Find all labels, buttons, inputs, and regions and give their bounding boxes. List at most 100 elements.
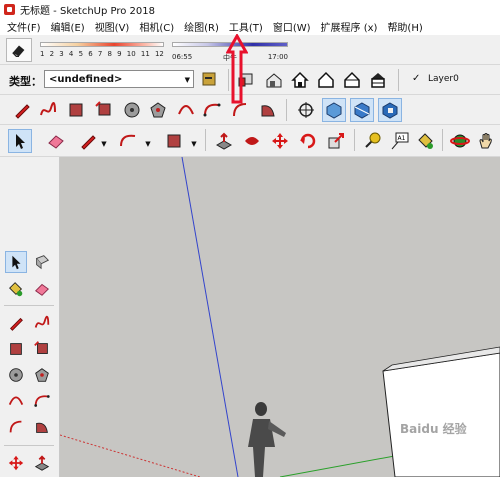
line-tool-button[interactable] bbox=[10, 98, 34, 122]
section-fill-icon bbox=[382, 102, 398, 119]
left-paint-button[interactable] bbox=[5, 278, 27, 300]
left-line-button[interactable] bbox=[5, 312, 27, 334]
modify-toolbar: ▼ ▼ ▼ A1 bbox=[0, 125, 500, 157]
left-move-button[interactable] bbox=[5, 452, 27, 474]
title-bar: 无标题 - SketchUp Pro 2018 bbox=[0, 0, 500, 18]
separator bbox=[354, 129, 355, 151]
two-point-arc-icon bbox=[34, 395, 50, 407]
paint-button[interactable] bbox=[414, 129, 438, 153]
month-slider[interactable]: 1 2 3 4 5 6 7 8 9 10 11 12 bbox=[40, 39, 164, 63]
menu-edit[interactable]: 编辑(E) bbox=[46, 19, 90, 34]
left-eraser-button[interactable] bbox=[31, 278, 53, 300]
pencil-icon bbox=[9, 317, 23, 331]
svg-text:A1: A1 bbox=[398, 135, 406, 142]
display-section-planes-button[interactable] bbox=[322, 98, 346, 122]
layer-visible-check[interactable]: ✓ bbox=[412, 73, 420, 84]
polygon-icon bbox=[150, 102, 166, 118]
right-view-button[interactable] bbox=[340, 68, 364, 92]
menu-extensions[interactable]: 扩展程序 (x) bbox=[316, 19, 383, 34]
freehand-tool-button[interactable] bbox=[36, 98, 60, 122]
house-right-icon bbox=[344, 71, 360, 88]
paint-bucket-icon bbox=[202, 72, 216, 86]
push-pull-button[interactable] bbox=[212, 129, 236, 153]
rotated-rectangle-button[interactable] bbox=[92, 98, 116, 122]
month-slider-track[interactable] bbox=[40, 42, 164, 47]
menu-help[interactable]: 帮助(H) bbox=[382, 19, 427, 34]
left-make-component-button[interactable] bbox=[31, 251, 53, 273]
left-two-point-arc-button[interactable] bbox=[31, 390, 53, 412]
left-arc-button[interactable] bbox=[5, 390, 27, 412]
back-view-button[interactable] bbox=[366, 68, 390, 92]
polygon-icon bbox=[35, 368, 49, 382]
rotated-rectangle-icon bbox=[95, 101, 111, 116]
tape-measure-button[interactable] bbox=[360, 129, 384, 153]
section-plane-button[interactable] bbox=[294, 98, 318, 122]
pencil-button[interactable] bbox=[76, 129, 100, 153]
menu-tools[interactable]: 工具(T) bbox=[224, 19, 268, 34]
eraser-tool-button[interactable] bbox=[6, 38, 32, 62]
orbit-button[interactable] bbox=[448, 129, 472, 153]
pie-tool-button[interactable] bbox=[256, 98, 280, 122]
current-layer[interactable]: Layer0 bbox=[428, 74, 459, 84]
section-display-icon bbox=[326, 102, 342, 119]
left-freehand-button[interactable] bbox=[31, 312, 53, 334]
scale-button[interactable] bbox=[324, 129, 348, 153]
house-back-icon bbox=[371, 73, 385, 88]
menu-window[interactable]: 窗口(W) bbox=[268, 19, 316, 34]
display-section-cuts-button[interactable] bbox=[350, 98, 374, 122]
left-rectangle-button[interactable] bbox=[5, 338, 27, 360]
time-start-label: 06:55 bbox=[172, 53, 193, 61]
polygon-tool-button[interactable] bbox=[146, 98, 170, 122]
eraser-icon bbox=[12, 45, 25, 57]
orbit-icon bbox=[450, 134, 470, 148]
display-section-fill-button[interactable] bbox=[378, 98, 402, 122]
front-view-button[interactable] bbox=[314, 68, 338, 92]
dimension-button[interactable]: A1 bbox=[388, 129, 412, 153]
month-tick: 6 bbox=[88, 50, 93, 58]
sketchup-logo-icon bbox=[4, 3, 15, 15]
rectangle-tool-button[interactable] bbox=[64, 98, 88, 122]
pencil-icon bbox=[15, 104, 30, 119]
iso-view-button[interactable] bbox=[262, 68, 286, 92]
caret-down-icon[interactable]: ▼ bbox=[144, 140, 152, 148]
left-polygon-button[interactable] bbox=[31, 364, 53, 386]
follow-me-button[interactable] bbox=[240, 129, 264, 153]
rotate-button[interactable] bbox=[296, 129, 320, 153]
left-three-point-arc-button[interactable] bbox=[5, 416, 27, 438]
type-select[interactable]: <undefined> ▼ bbox=[44, 70, 194, 88]
two-point-arc-button[interactable] bbox=[200, 98, 224, 122]
red-axis bbox=[60, 434, 201, 477]
pie-icon bbox=[261, 105, 275, 117]
left-select-button[interactable] bbox=[5, 251, 27, 273]
menu-file[interactable]: 文件(F) bbox=[2, 19, 46, 34]
menu-camera[interactable]: 相机(C) bbox=[134, 19, 179, 34]
tape-measure-icon bbox=[365, 132, 381, 148]
left-rotated-rectangle-button[interactable] bbox=[31, 338, 53, 360]
paint-bucket-button[interactable] bbox=[198, 68, 222, 92]
rectangle-shape-icon bbox=[167, 134, 181, 148]
dimension-icon: A1 bbox=[391, 132, 409, 150]
move-button[interactable] bbox=[268, 129, 292, 153]
menu-draw[interactable]: 绘图(R) bbox=[179, 19, 224, 34]
eraser-button[interactable] bbox=[44, 129, 68, 153]
arc-button[interactable] bbox=[116, 129, 140, 153]
top-view-button[interactable] bbox=[288, 68, 312, 92]
menu-view[interactable]: 视图(V) bbox=[90, 19, 135, 34]
pan-button[interactable] bbox=[474, 129, 498, 153]
left-pie-button[interactable] bbox=[31, 416, 53, 438]
month-tick: 1 bbox=[40, 50, 45, 58]
select-tool-button[interactable] bbox=[8, 129, 32, 153]
shape-button[interactable] bbox=[162, 129, 186, 153]
caret-down-icon[interactable]: ▼ bbox=[190, 140, 198, 148]
separator bbox=[4, 305, 54, 306]
red-annotation-arrow bbox=[226, 34, 248, 104]
month-tick: 12 bbox=[154, 50, 164, 58]
separator bbox=[4, 445, 54, 446]
section-cut-icon bbox=[354, 102, 370, 119]
arc-tool-button[interactable] bbox=[174, 98, 198, 122]
caret-down-icon[interactable]: ▼ bbox=[100, 140, 108, 148]
circle-tool-button[interactable] bbox=[120, 98, 144, 122]
type-value: <undefined> bbox=[49, 73, 123, 85]
left-push-pull-button[interactable] bbox=[31, 452, 53, 474]
left-circle-button[interactable] bbox=[5, 364, 27, 386]
